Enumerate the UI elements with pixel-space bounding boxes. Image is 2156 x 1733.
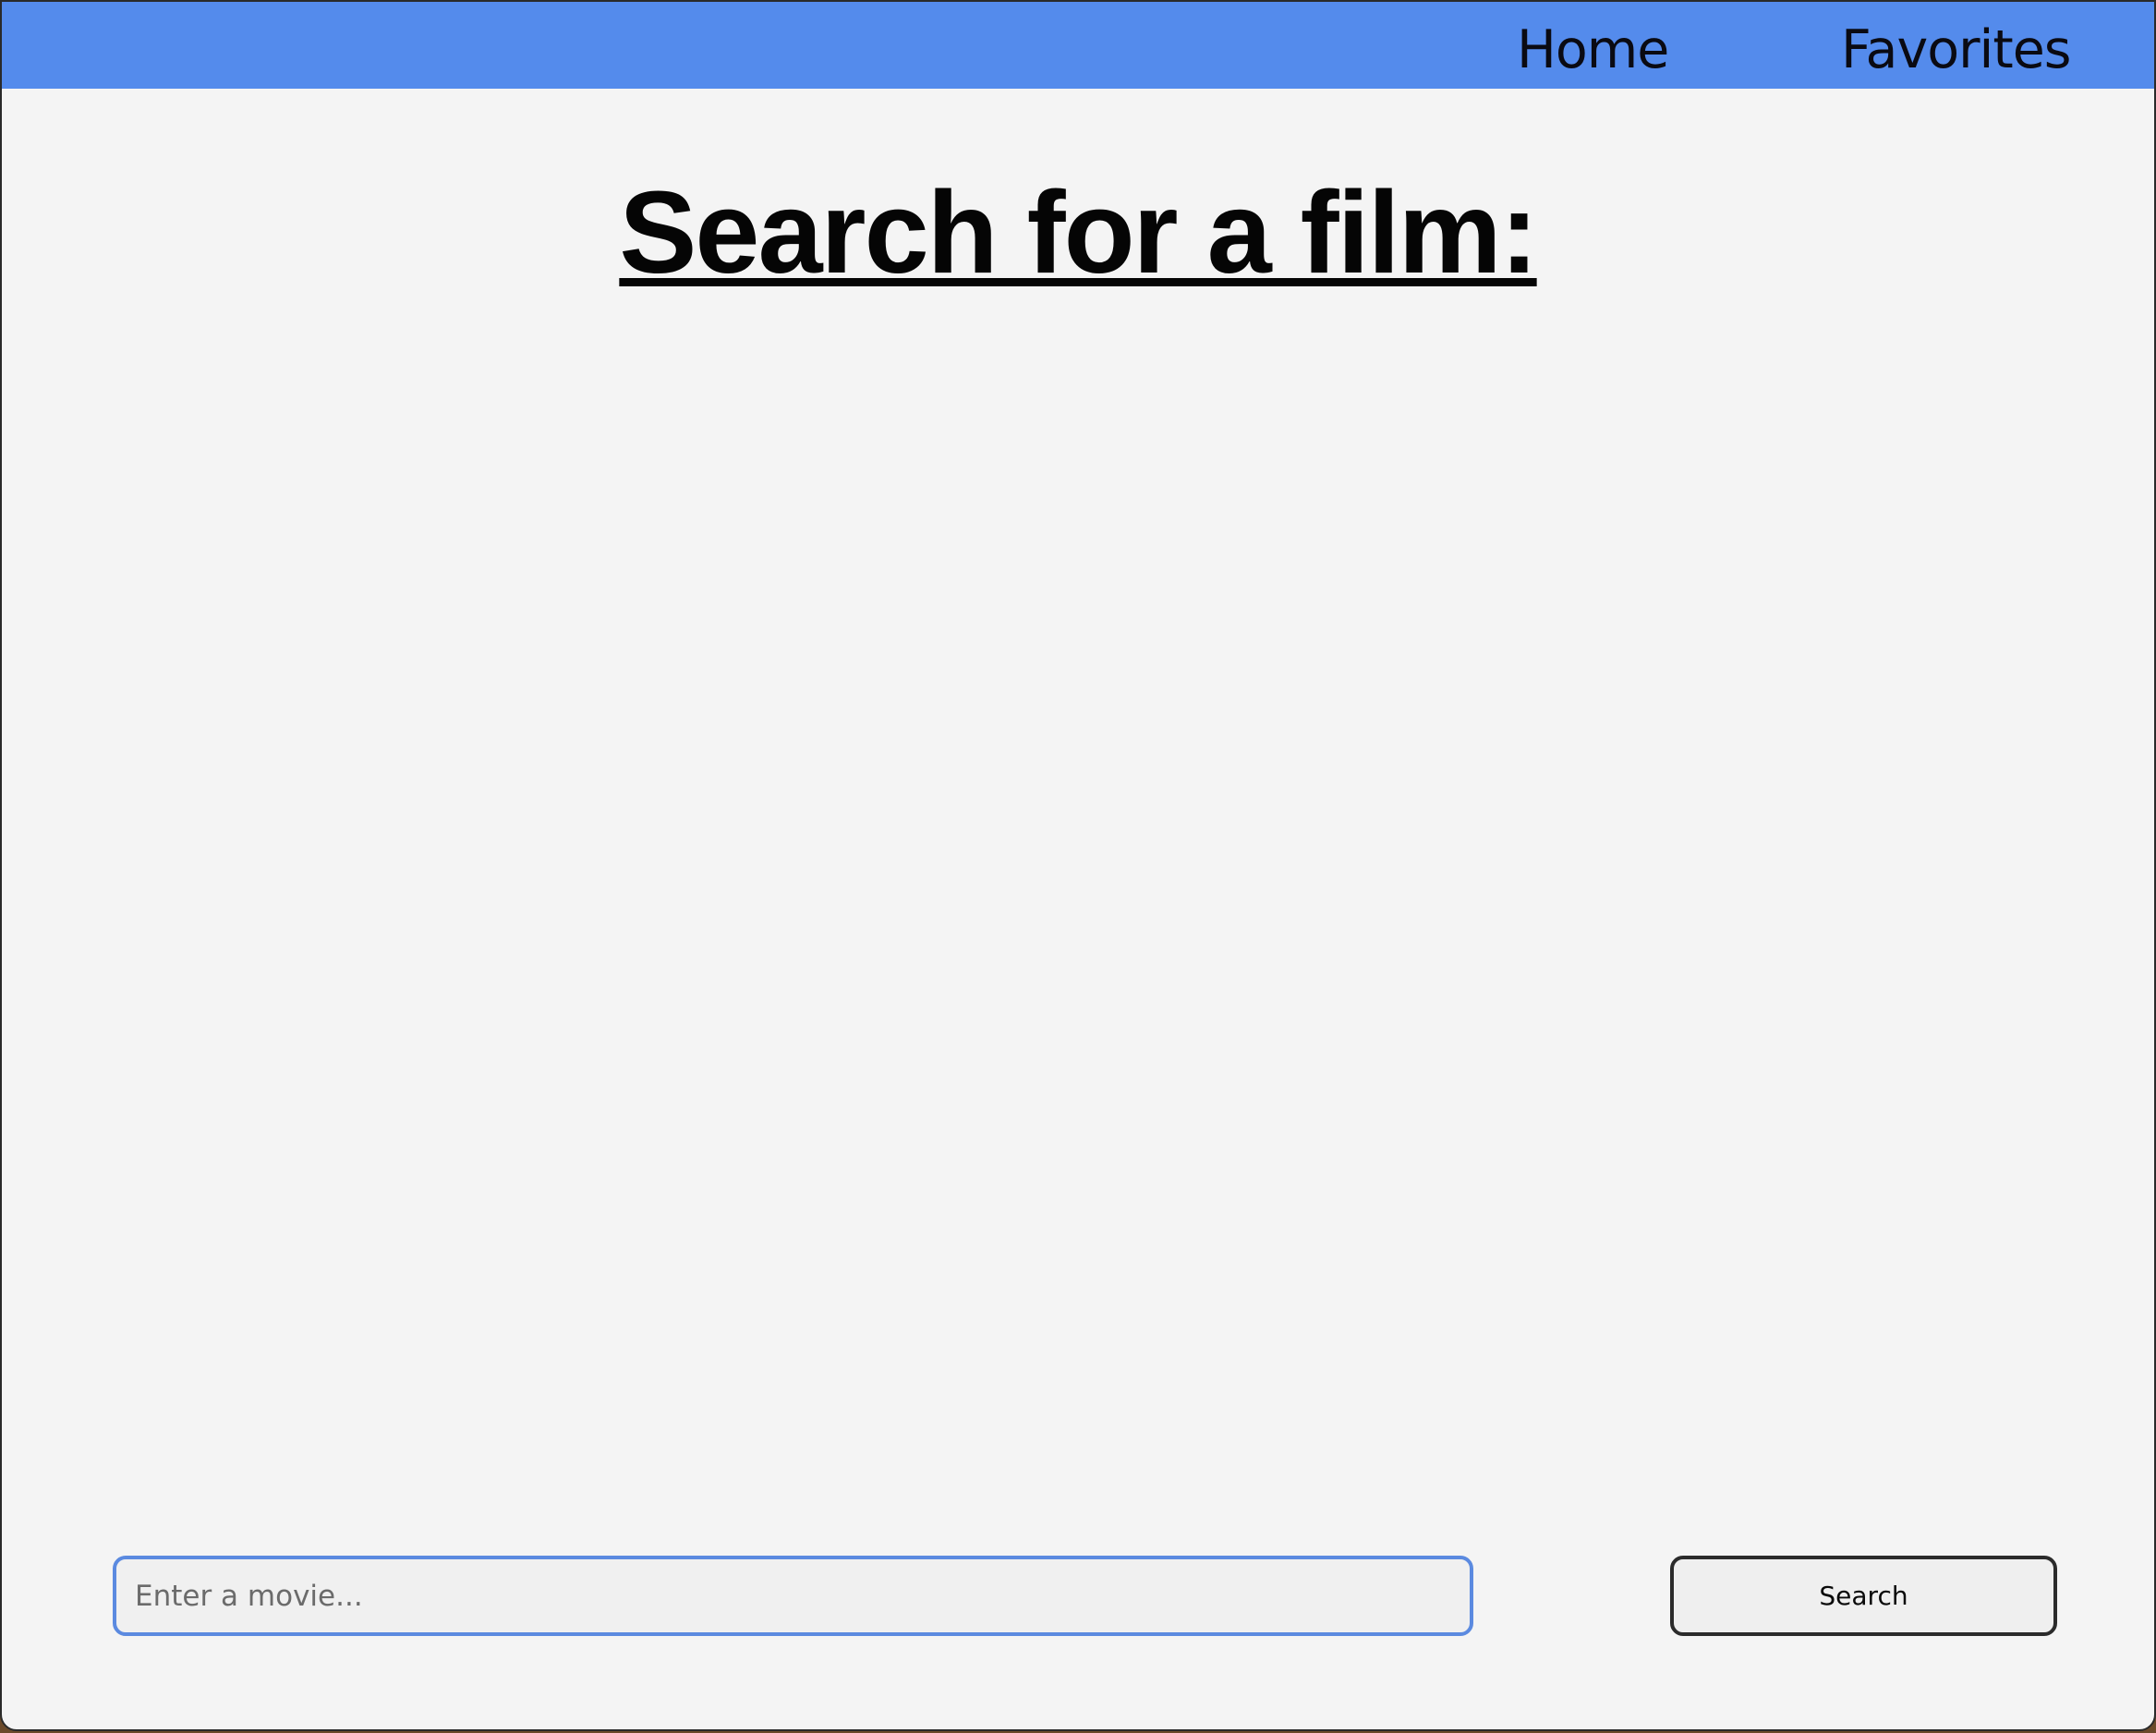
top-navbar: Home Favorites	[2, 2, 2154, 89]
app-window: Home Favorites Search for a film: Search	[0, 0, 2156, 1731]
page-title: Search for a film:	[619, 167, 1538, 297]
movie-search-input[interactable]	[113, 1556, 1473, 1636]
nav-link-favorites[interactable]: Favorites	[1841, 17, 2071, 83]
search-button[interactable]: Search	[1670, 1556, 2057, 1636]
nav-link-home[interactable]: Home	[1517, 17, 1669, 83]
